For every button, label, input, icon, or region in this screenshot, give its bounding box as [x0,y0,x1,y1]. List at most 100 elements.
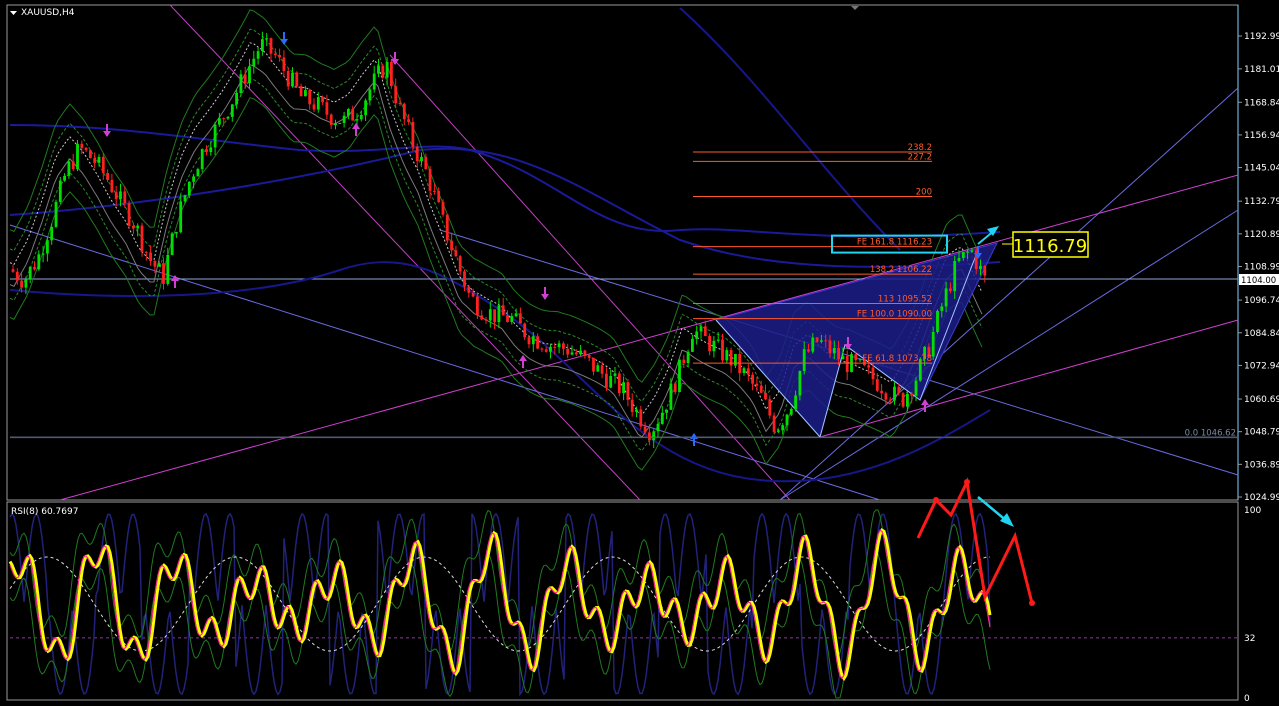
candle [15,271,19,281]
candle [278,55,281,58]
candle [660,412,664,424]
candle [329,114,333,125]
candle [209,147,213,152]
price-tick-label: 1192.99 [1244,32,1279,42]
candle [665,409,668,413]
fibo-level-label: 227.2 [908,152,932,162]
candle [802,349,806,371]
fibo-level-label: 0.0 1046.62 [1185,429,1236,439]
candle [940,306,944,311]
candle [398,103,402,105]
candle [493,309,496,322]
candle [402,103,406,120]
price-tick-label: 1168.84 [1244,98,1279,108]
candle [961,252,965,258]
candle [953,261,957,292]
candle [682,359,686,363]
candle [837,348,840,360]
candle [265,38,269,40]
candle [110,179,114,193]
candle [811,337,815,352]
candle [80,143,84,148]
candle [390,61,393,87]
candle [445,214,449,241]
candle [579,350,582,355]
candle [67,161,71,176]
candle [450,240,453,251]
candle [712,340,716,352]
candle [347,109,350,116]
candle [205,149,208,152]
candle [321,97,324,103]
candle [820,340,823,342]
candle [192,176,195,182]
projection-arrow-head [1029,600,1035,606]
candle [385,61,389,78]
candle [742,368,746,373]
candle [583,350,587,355]
fibo-level-label: FE 161.8 1116.23 [857,238,932,248]
candle [897,386,901,394]
candle [751,374,754,384]
candle [101,156,105,173]
candle [437,191,441,203]
candle [759,385,763,393]
candle [497,305,501,323]
candle [699,326,703,332]
candle [458,256,462,272]
candle [639,409,643,427]
candle [777,430,780,432]
candle [609,376,613,388]
candle [527,337,531,345]
candle [695,331,699,339]
candle [914,380,918,396]
candle [570,352,574,355]
candle [566,348,570,355]
candle [304,90,307,97]
candle [746,368,750,375]
candle [114,192,118,200]
fibo-level-label: FE 61.8 1073.78 [862,354,932,364]
candle [351,109,355,121]
candle [235,93,238,105]
candle [166,255,170,284]
candle [411,122,415,147]
candle [325,102,329,115]
candle [170,233,174,255]
candle [218,118,221,125]
price-tick-label: 1145.04 [1244,164,1279,174]
candle [871,367,875,380]
candle [484,319,488,321]
candle [536,336,539,349]
candle [841,355,845,360]
candle [299,86,303,97]
candle [506,315,509,322]
candle [794,395,797,409]
candle [669,383,673,410]
candle [944,288,948,307]
price-tick-label: 1084.84 [1244,329,1279,339]
candle [175,232,178,234]
current-price-label: 1104.00 [1241,276,1276,286]
price-chart[interactable]: 238.2227.2200FE 161.8 1116.23138.2 1106.… [0,0,1279,704]
candle [587,355,591,358]
candle [291,72,294,87]
fibo-level-label: 113 1095.52 [878,295,932,305]
candle [893,386,896,401]
candle [901,393,905,407]
candle [592,357,595,372]
candle [286,71,290,87]
candle [936,310,939,332]
candle [828,340,832,354]
candle [888,399,892,401]
candle [734,354,737,366]
candle [312,104,316,110]
candle [949,288,952,292]
candle [37,254,41,270]
candle [76,143,79,170]
candle [368,89,372,101]
price-tick-label: 1060.69 [1244,395,1279,405]
candle [574,352,578,355]
candle [772,415,776,432]
candle [41,253,45,255]
